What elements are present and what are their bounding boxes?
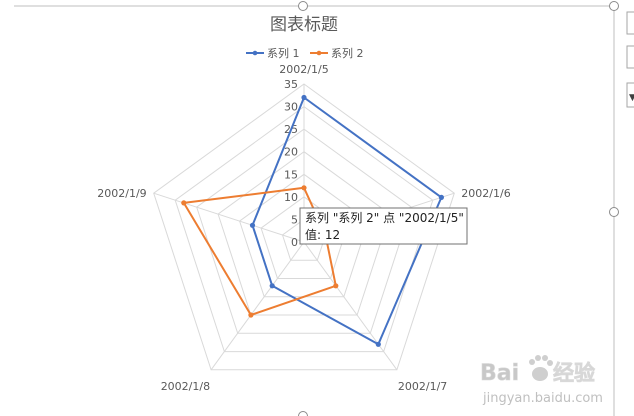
chart-filters-icon: ▼: [629, 93, 634, 103]
data-point[interactable]: [438, 194, 444, 200]
tooltip-line-1: 系列 "系列 2" 点 "2002/1/5": [305, 211, 464, 225]
category-label: 2002/1/7: [398, 380, 447, 393]
resize-handle-top[interactable]: [298, 1, 308, 11]
watermark-brand-jingyan: 经验: [553, 361, 595, 385]
baidu-jingyan-watermark: Bai 经验 jingyan.baidu.com: [480, 355, 603, 406]
legend-entry-series-1[interactable]: 系列 1: [246, 46, 300, 60]
data-point[interactable]: [301, 94, 307, 101]
data-point[interactable]: [248, 312, 254, 318]
grid-spoke: [153, 192, 305, 243]
resize-handle-top-right[interactable]: [609, 1, 619, 11]
legend-label-series-1: 系列 1: [267, 46, 300, 60]
watermark-url: jingyan.baidu.com: [482, 391, 603, 406]
legend-label-series-2: 系列 2: [331, 46, 364, 60]
chart-elements-button[interactable]: [626, 11, 634, 35]
data-point[interactable]: [301, 185, 307, 191]
resize-handle-bottom[interactable]: [298, 411, 308, 416]
radial-axis-ticks: 05101520253035: [284, 78, 298, 249]
tooltip-line-2: 值: 12: [305, 227, 340, 242]
chart-title[interactable]: 图表标题: [270, 15, 338, 35]
data-point[interactable]: [269, 283, 275, 289]
radial-tick-label: 5: [291, 213, 298, 226]
radial-tick-label: 10: [284, 191, 298, 204]
chart-canvas[interactable]: ▼ 图表标题 系列 1 系列 2 05101520253035 2002/1/5…: [0, 0, 634, 416]
data-point-tooltip: 系列 "系列 2" 点 "2002/1/5" 值: 12: [299, 207, 468, 245]
data-point[interactable]: [375, 341, 381, 347]
chart-side-tools[interactable]: ▼: [626, 11, 634, 108]
category-label: 2002/1/6: [461, 187, 510, 200]
paw-icon: [529, 355, 553, 381]
data-point[interactable]: [333, 283, 339, 289]
radial-tick-label: 20: [284, 146, 298, 159]
radial-tick-label: 35: [284, 78, 298, 91]
category-label: 2002/1/5: [279, 63, 328, 76]
data-point[interactable]: [249, 222, 256, 228]
watermark-brand-bai: Bai: [480, 361, 519, 386]
category-label: 2002/1/8: [161, 380, 210, 393]
radial-tick-label: 15: [284, 168, 298, 181]
category-label: 2002/1/9: [97, 187, 146, 200]
grid-spoke: [210, 241, 305, 371]
radial-tick-label: 0: [291, 236, 298, 249]
legend-entry-series-2[interactable]: 系列 2: [310, 46, 364, 60]
resize-handle-right[interactable]: [609, 207, 619, 217]
chart-styles-button[interactable]: [626, 45, 634, 69]
data-point[interactable]: [181, 200, 187, 206]
grid-spoke: [303, 241, 398, 371]
chart-legend[interactable]: 系列 1 系列 2: [246, 46, 364, 60]
radial-tick-label: 30: [284, 101, 298, 114]
